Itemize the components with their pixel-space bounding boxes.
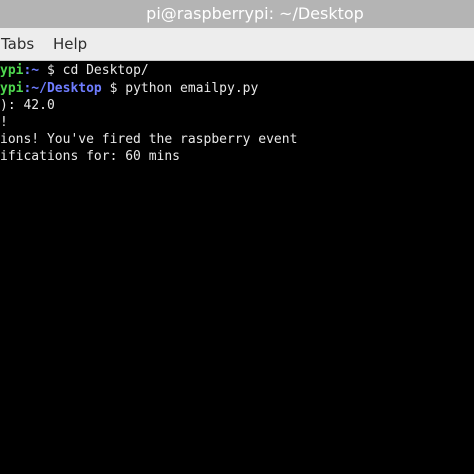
title-bar[interactable]: pi@raspberrypi: ~/Desktop bbox=[0, 0, 474, 28]
terminal-line: ypi:~ $ cd Desktop/ bbox=[0, 61, 149, 81]
command-text: cd Desktop/ bbox=[54, 63, 149, 78]
menu-tabs[interactable]: Tabs bbox=[1, 35, 34, 53]
prompt-path: :~ bbox=[23, 63, 40, 78]
terminal-output[interactable]: ypi:~ $ cd Desktop/ ypi:~/Desktop $ pyth… bbox=[0, 61, 474, 474]
prompt-symbol: $ bbox=[101, 81, 118, 96]
terminal-output-line: ifications for: 60 mins bbox=[0, 149, 181, 164]
window-title: pi@raspberrypi: ~/Desktop bbox=[146, 4, 364, 23]
prompt-symbol: $ bbox=[39, 63, 55, 78]
menu-help[interactable]: Help bbox=[53, 35, 87, 53]
prompt-user-host: ypi bbox=[0, 63, 24, 78]
prompt-user-host: ypi bbox=[0, 81, 24, 96]
terminal-window: pi@raspberrypi: ~/Desktop Tabs Help ypi:… bbox=[0, 0, 474, 474]
terminal-output-line: ): 42.0 bbox=[0, 98, 55, 113]
command-text: python emailpy.py bbox=[117, 81, 259, 96]
prompt-path: :~/Desktop bbox=[23, 81, 102, 96]
menu-bar: Tabs Help bbox=[0, 28, 474, 61]
